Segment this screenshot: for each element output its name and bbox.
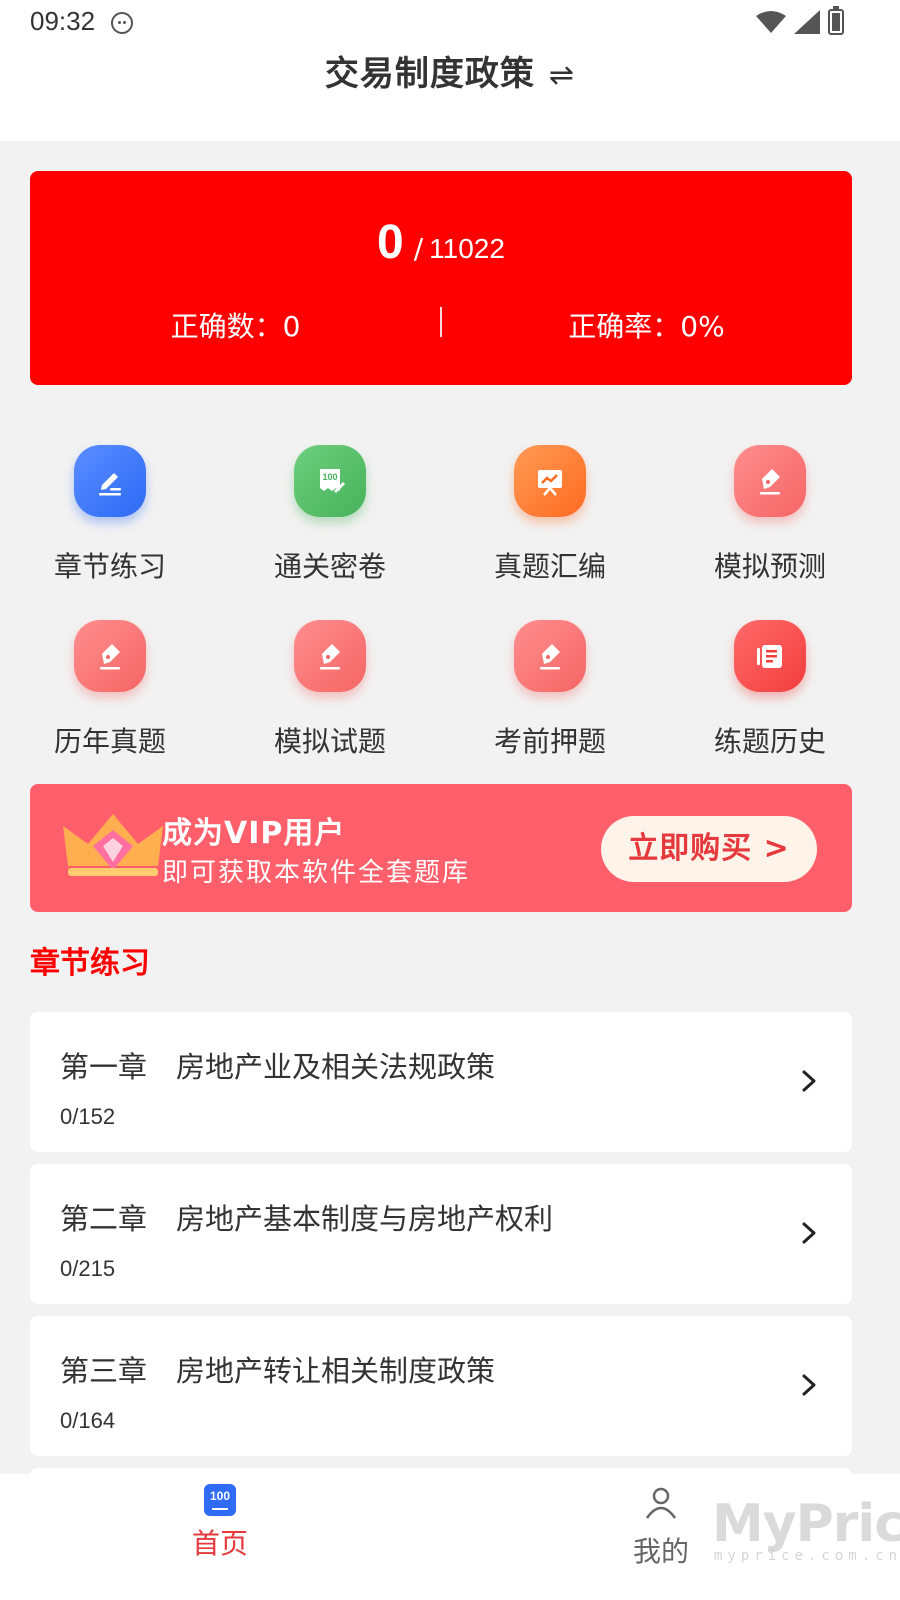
tab-mine-label[interactable]: 我的 <box>601 1530 721 1570</box>
chevron-right-icon[interactable] <box>792 1064 826 1098</box>
chapter-progress: 0/152 <box>60 1104 116 1129</box>
total-count: 11022 <box>429 233 505 264</box>
chevron-right-icon[interactable] <box>792 1368 826 1402</box>
pen-nib-icon[interactable] <box>294 620 366 692</box>
grid-label[interactable]: 考前押题 <box>440 720 660 760</box>
grid-label[interactable]: 模拟试题 <box>220 720 440 760</box>
section-title: 章节练习 <box>30 946 150 981</box>
grid-item-exam-compilation[interactable]: 真题汇编 <box>440 445 660 585</box>
watermark-logo: MyPrice <box>712 1494 900 1554</box>
cat-notification-icon <box>111 12 133 34</box>
grid-label[interactable]: 通关密卷 <box>220 545 440 585</box>
pen-nib-icon[interactable] <box>74 620 146 692</box>
chapter-item[interactable]: 第一章 房地产业及相关法规政策 0/152 <box>30 1012 852 1152</box>
watermark-url: myprice.com.cn <box>714 1548 900 1564</box>
swap-icon[interactable]: ⇌ <box>549 58 575 93</box>
chapter-progress: 0/164 <box>60 1408 116 1433</box>
answered-count: 0 <box>377 216 404 269</box>
grid-item-pre-exam-questions[interactable]: 考前押题 <box>440 620 660 760</box>
score-separator: / <box>413 232 424 265</box>
grid-label[interactable]: 章节练习 <box>0 545 220 585</box>
buy-now-button[interactable]: 立即购买 > <box>601 816 817 882</box>
chapter-progress: 0/215 <box>60 1256 116 1281</box>
pen-nib-icon[interactable] <box>514 620 586 692</box>
correct-rate: 正确率：0% <box>568 310 725 343</box>
history-notebook-icon[interactable] <box>734 620 806 692</box>
crown-diamond-icon <box>63 814 163 876</box>
grid-item-practice-history[interactable]: 练题历史 <box>660 620 880 760</box>
page-title-text[interactable]: 交易制度政策 <box>325 54 535 94</box>
status-icons <box>756 6 844 36</box>
chapter-item[interactable]: 第三章 房地产转让相关制度政策 0/164 <box>30 1316 852 1456</box>
grid-label[interactable]: 历年真题 <box>0 720 220 760</box>
grid-label[interactable]: 模拟预测 <box>660 545 880 585</box>
presentation-chart-icon[interactable] <box>514 445 586 517</box>
grid-item-pass-papers[interactable]: 100 通关密卷 <box>220 445 440 585</box>
vip-subtitle: 即可获取本软件全套题库 <box>162 858 471 888</box>
vip-title: 成为VIP用户 <box>162 816 346 851</box>
grid-label[interactable]: 真题汇编 <box>440 545 660 585</box>
score-card: 0 /11022 正确数：0 正确率：0% <box>30 171 852 385</box>
grid-label[interactable]: 练题历史 <box>660 720 880 760</box>
status-time: 09:32 <box>30 6 96 36</box>
score-100-icon[interactable]: 100 <box>294 445 366 517</box>
chapter-name[interactable]: 第三章 房地产转让相关制度政策 <box>60 1348 495 1390</box>
grid-item-mock-prediction[interactable]: 模拟预测 <box>660 445 880 585</box>
vip-banner[interactable]: 成为VIP用户 即可获取本软件全套题库 立即购买 > <box>30 784 852 912</box>
battery-icon <box>828 6 844 35</box>
chapter-name[interactable]: 第一章 房地产业及相关法规政策 <box>60 1044 495 1086</box>
chapter-name[interactable]: 第二章 房地产基本制度与房地产权利 <box>60 1196 553 1238</box>
score-progress: 0 /11022 <box>30 215 852 270</box>
page-title[interactable]: 交易制度政策 ⇌ <box>0 46 900 95</box>
edit-icon[interactable] <box>74 445 146 517</box>
chevron-right-icon[interactable] <box>792 1216 826 1250</box>
signal-icon <box>794 10 820 34</box>
home-100-icon[interactable]: 100 <box>204 1484 236 1516</box>
tab-mine[interactable]: 我的 <box>601 1484 721 1570</box>
wifi-icon <box>756 11 786 33</box>
pen-nib-icon[interactable] <box>734 445 806 517</box>
header: 09:32 交易制度政策 ⇌ <box>0 0 900 141</box>
svg-text:100: 100 <box>322 472 337 482</box>
grid-item-mock-questions[interactable]: 模拟试题 <box>220 620 440 760</box>
grid-item-chapter-practice[interactable]: 章节练习 <box>0 445 220 585</box>
correct-count: 正确数：0 <box>170 310 301 343</box>
tab-home[interactable]: 100 首页 <box>160 1484 280 1562</box>
grid-item-past-exams[interactable]: 历年真题 <box>0 620 220 760</box>
chapter-item[interactable]: 第二章 房地产基本制度与房地产权利 0/215 <box>30 1164 852 1304</box>
tab-home-label[interactable]: 首页 <box>160 1522 280 1562</box>
user-icon[interactable] <box>643 1484 679 1520</box>
